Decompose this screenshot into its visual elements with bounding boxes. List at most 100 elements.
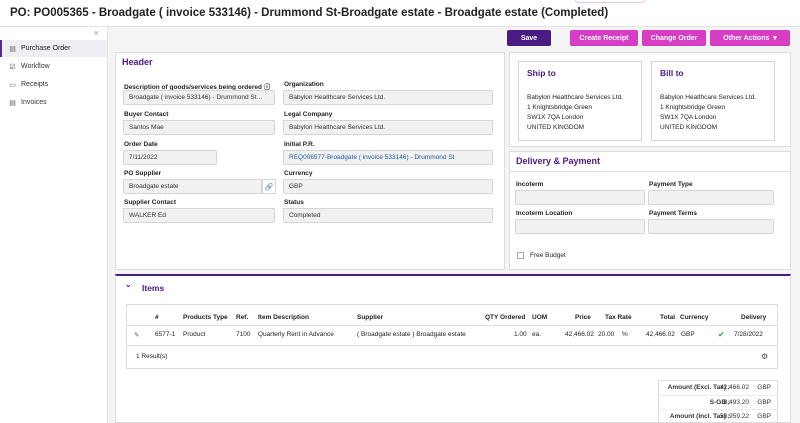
- other-actions-button[interactable]: Other Actions ▾: [710, 30, 790, 46]
- cell-num: 6577-1: [155, 331, 176, 338]
- bill-to-line: Babylon Healthcare Services Ltd.: [660, 94, 757, 101]
- free-budget-label: Free Budget: [530, 252, 566, 259]
- organization-field[interactable]: Babylon Healthcare Services Ltd.: [283, 90, 493, 105]
- edit-icon[interactable]: ✎: [134, 331, 139, 339]
- cell-product-type: Product: [183, 331, 206, 338]
- results-count: 1 Result(s): [136, 353, 168, 360]
- cell-supplier: ( Broadgate estate ) Broadgate estate: [357, 331, 466, 338]
- cell-ref: 7100: [236, 331, 251, 338]
- supplier-contact-field[interactable]: WALKER Ed: [123, 208, 275, 223]
- cell-uom: ea.: [532, 331, 542, 338]
- col-currency: Currency: [680, 314, 709, 321]
- bill-to-line: 1 Knightsbridge Green: [660, 104, 726, 111]
- sidebar-item-purchase-order[interactable]: ▤ Purchase Order: [0, 40, 107, 57]
- total-value: 50,959.22: [720, 413, 749, 420]
- create-receipt-button[interactable]: Create Receipt: [570, 30, 638, 46]
- sidebar-item-label: Receipts: [21, 81, 49, 88]
- cell-price: 42,466.02: [565, 331, 594, 338]
- items-section: ⌄ Items # Products Type Ref. Item Descri…: [115, 274, 791, 423]
- total-currency: GBP: [757, 384, 771, 391]
- sidebar-item-invoices[interactable]: ▤ Invoices: [0, 94, 107, 111]
- col-uom: UOM: [532, 314, 548, 321]
- buyer-contact-label: Buyer Contact: [124, 111, 169, 118]
- receipt-icon: ▭: [9, 81, 16, 89]
- col-ref: Ref.: [236, 314, 249, 321]
- description-field[interactable]: Broadgate ( invoice 533146) - Drummond S…: [123, 90, 275, 105]
- sidebar-item-label: Invoices: [21, 99, 47, 106]
- col-delivery: Delivery: [741, 314, 767, 321]
- organization-label: Organization: [284, 81, 324, 88]
- incoterm-location-label: Incoterm Location: [516, 210, 573, 217]
- payment-terms-field[interactable]: [648, 219, 774, 234]
- ship-to-box: Ship to Babylon Healthcare Services Ltd.…: [518, 61, 642, 141]
- cell-tax-rate: 20.00: [598, 331, 615, 338]
- header-title: Header: [122, 57, 153, 67]
- sidebar-item-label: Workflow: [21, 63, 50, 70]
- cell-qty: 1.00: [514, 331, 527, 338]
- collapse-sidebar-icon[interactable]: «: [94, 28, 98, 37]
- change-order-button[interactable]: Change Order: [642, 30, 706, 46]
- pager-tab[interactable]: [575, 0, 645, 3]
- ship-to-line: UNITED KINGDOM: [527, 124, 585, 131]
- po-supplier-label: PO Supplier: [124, 170, 162, 177]
- items-table: # Products Type Ref. Item Description Su…: [126, 304, 778, 369]
- cell-tax-unit: %: [622, 331, 628, 338]
- col-supplier: Supplier: [357, 314, 384, 321]
- total-excl-tax-row: Amount (Excl. Tax) : 42,466.02 GBP: [659, 381, 777, 394]
- col-description: Item Description: [258, 314, 309, 321]
- sidebar-item-label: Purchase Order: [21, 45, 71, 52]
- sidebar: « ▤ Purchase Order ☑ Workflow ▭ Receipts…: [0, 27, 108, 423]
- col-num: #: [155, 314, 159, 321]
- header-card: Header Description of goods/services bei…: [115, 52, 505, 270]
- initial-pr-link[interactable]: REQ006577-Broadgate ( invoice 533146) - …: [283, 150, 493, 165]
- address-card: Ship to Babylon Healthcare Services Ltd.…: [509, 52, 791, 147]
- currency-label: Currency: [284, 170, 313, 177]
- col-qty: QTY Ordered: [485, 314, 526, 321]
- legal-company-field[interactable]: Babylon Healthcare Services Ltd.: [283, 120, 493, 135]
- incoterm-field[interactable]: [515, 190, 645, 205]
- cell-currency: GBP: [681, 331, 695, 338]
- incoterm-location-field[interactable]: [515, 219, 645, 234]
- supplier-contact-label: Supplier Contact: [124, 199, 177, 206]
- collapse-items-icon[interactable]: ⌄: [125, 280, 132, 289]
- settings-icon[interactable]: ⚙: [761, 352, 768, 361]
- col-product-type: Products Type: [183, 314, 228, 321]
- tax-row: S-GB : 8,493.20 GBP: [659, 395, 777, 408]
- items-title: Items: [142, 283, 165, 293]
- buyer-contact-field[interactable]: Santos Mae: [123, 120, 275, 135]
- currency-field[interactable]: GBP: [283, 179, 493, 194]
- cell-description: Quarterly Rent in Advance: [258, 331, 334, 338]
- payment-type-field[interactable]: [648, 190, 774, 205]
- title-bar: PO: PO005365 - Broadgate ( invoice 53314…: [0, 0, 800, 27]
- ship-to-line: 1 Knightsbridge Green: [527, 104, 593, 111]
- po-supplier-field[interactable]: Broadgate estate: [123, 179, 262, 194]
- col-tax-rate: Tax Rate: [605, 314, 632, 321]
- link-icon[interactable]: 🔗: [262, 179, 276, 194]
- save-button[interactable]: Save: [507, 30, 551, 46]
- totals-box: Amount (Excl. Tax) : 42,466.02 GBP S-GB …: [658, 380, 778, 423]
- legal-company-label: Legal Company: [284, 111, 333, 118]
- table-row[interactable]: ✎ 6577-1 Product 7100 Quarterly Rent in …: [127, 326, 777, 344]
- bill-to-line: UNITED KINGDOM: [660, 124, 718, 131]
- initial-pr-label: Initial P.R.: [284, 141, 315, 148]
- total-currency: GBP: [757, 413, 771, 420]
- sidebar-item-workflow[interactable]: ☑ Workflow: [0, 58, 107, 75]
- bill-to-box: Bill to Babylon Healthcare Services Ltd.…: [651, 61, 775, 141]
- delivery-payment-title: Delivery & Payment: [516, 156, 601, 166]
- ship-to-line: Babylon Healthcare Services Ltd.: [527, 94, 624, 101]
- chevron-down-icon: ▾: [773, 35, 777, 42]
- sidebar-item-receipts[interactable]: ▭ Receipts: [0, 76, 107, 93]
- section-divider: [510, 171, 790, 172]
- document-icon: ▤: [9, 45, 16, 53]
- order-date-field[interactable]: 7/11/2022: [123, 150, 217, 165]
- page-title: PO: PO005365 - Broadgate ( invoice 53314…: [10, 7, 609, 19]
- total-value: 8,493.20: [723, 399, 749, 406]
- free-budget-checkbox[interactable]: [517, 252, 524, 259]
- status-field[interactable]: Completed: [283, 208, 493, 223]
- incoterm-label: Incoterm: [516, 181, 544, 188]
- row-divider: [127, 345, 777, 346]
- total-incl-tax-row: Amount (Incl. Tax) : 50,959.22 GBP: [659, 409, 777, 422]
- total-value: 42,466.02: [720, 384, 749, 391]
- col-total: Total: [660, 314, 676, 321]
- bill-to-title: Bill to: [660, 68, 684, 78]
